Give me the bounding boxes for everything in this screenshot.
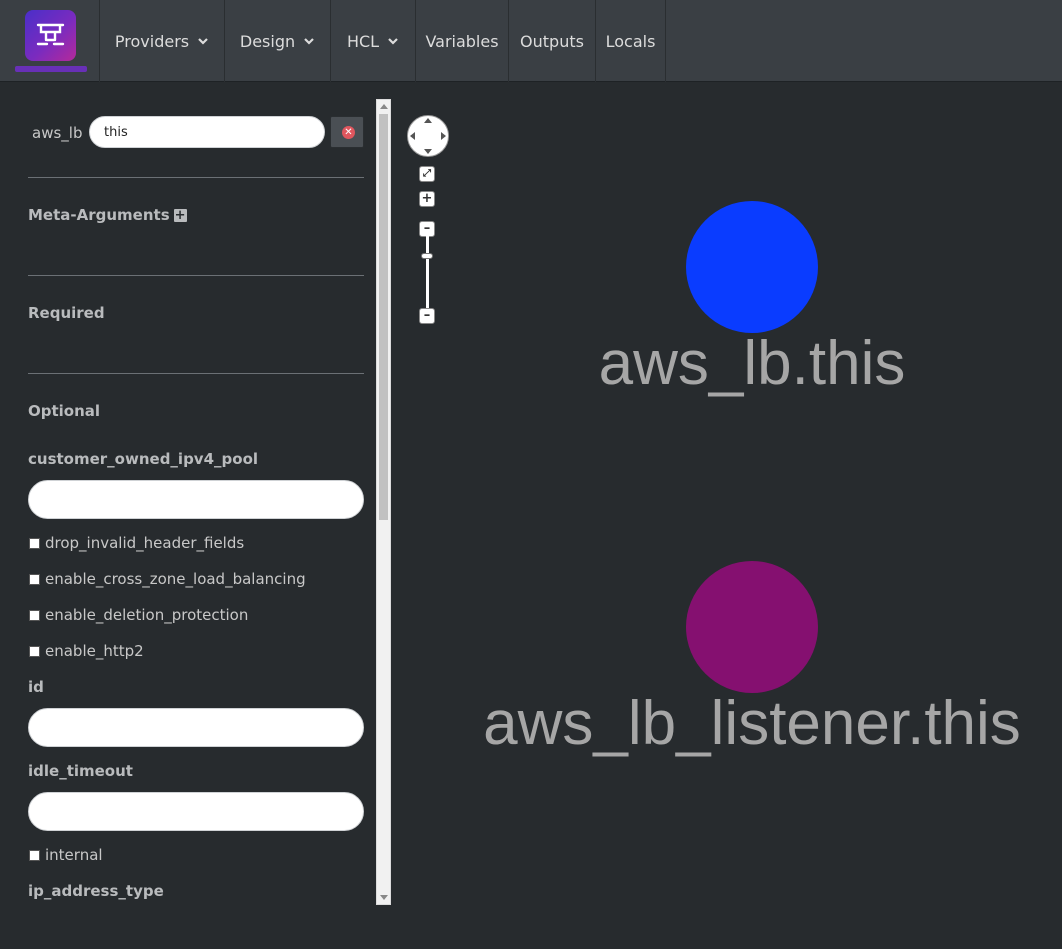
panel-scrollbar[interactable] [376,99,391,905]
pan-left-icon[interactable] [410,132,415,140]
zoom-slider-handle[interactable] [421,253,433,259]
zoom-out-button[interactable]: – [419,308,435,324]
id-input[interactable] [28,708,364,747]
zoom-in-button[interactable]: + [419,191,435,207]
enable-cross-zone-load-balancing-checkbox[interactable] [29,573,40,585]
nav-hcl-label: HCL [346,31,380,51]
pan-right-icon[interactable] [441,132,446,140]
nav-variables-label: Variables [425,31,499,51]
top-navbar: Providers Design HCL Variables Outputs L… [0,0,1062,82]
zoom-slider-track[interactable] [426,230,429,310]
required-section-title: Required [28,304,105,322]
enable-deletion-protection-row[interactable]: enable_deletion_protection [28,606,248,624]
graph-node-aws-lb-listener[interactable] [686,561,818,693]
divider [28,373,364,374]
nav-locals[interactable]: Locals [596,0,666,82]
internal-row[interactable]: internal [28,846,103,864]
nav-outputs-label: Outputs [520,31,584,51]
nav-providers[interactable]: Providers [100,0,225,82]
field-label-idle-timeout: idle_timeout [28,762,133,780]
enable-http2-row[interactable]: enable_http2 [28,642,144,660]
enable-deletion-protection-checkbox[interactable] [29,609,40,621]
field-label-ip-address-type: ip_address_type [28,882,164,900]
chevron-down-icon [303,35,315,47]
scroll-up-arrow-icon[interactable] [380,104,388,109]
pan-down-icon[interactable] [424,149,432,154]
enable-cross-zone-load-balancing-label: enable_cross_zone_load_balancing [45,570,306,588]
nav-providers-label: Providers [114,31,190,51]
enable-http2-checkbox[interactable] [29,645,40,657]
nav-hcl[interactable]: HCL [331,0,416,82]
meta-arguments-title: Meta-Arguments [28,206,170,224]
meta-arguments-section[interactable]: Meta-Arguments + [28,206,187,224]
nav-variables[interactable]: Variables [416,0,509,82]
scroll-down-arrow-icon[interactable] [380,895,388,900]
drop-invalid-header-fields-checkbox[interactable] [29,537,40,549]
resource-type-label: aws_lb [32,124,83,142]
nav-design-label: Design [239,31,296,51]
chevron-down-icon [387,35,399,47]
divider [28,275,364,276]
logo-caption-bar [15,66,87,72]
drop-invalid-header-fields-row[interactable]: drop_invalid_header_fields [28,534,244,552]
nav-outputs[interactable]: Outputs [509,0,596,82]
customer-owned-ipv4-pool-input[interactable] [28,480,364,519]
logo-cell[interactable] [0,0,100,82]
fit-view-icon[interactable]: ⤢ [419,166,435,182]
app-logo-icon[interactable] [25,10,76,61]
close-icon: ✕ [342,126,355,139]
resource-name-input[interactable]: this [89,116,325,148]
graph-node-label: aws_lb_listener.this [483,689,1021,758]
field-label-customer-owned-ipv4-pool: customer_owned_ipv4_pool [28,450,259,468]
scroll-thumb[interactable] [379,114,388,520]
enable-http2-label: enable_http2 [45,642,144,660]
enable-cross-zone-load-balancing-row[interactable]: enable_cross_zone_load_balancing [28,570,306,588]
plus-icon[interactable]: + [173,209,187,222]
graph-node-label: aws_lb.this [598,329,906,398]
nav-design[interactable]: Design [225,0,331,82]
divider [28,177,364,178]
chevron-down-icon [197,35,209,47]
field-label-id: id [28,678,44,696]
idle-timeout-input[interactable] [28,792,364,831]
internal-label: internal [45,846,103,864]
pan-up-icon[interactable] [424,118,432,123]
optional-section-title: Optional [28,402,101,420]
drop-invalid-header-fields-label: drop_invalid_header_fields [45,534,245,552]
clear-name-button[interactable]: ✕ [330,116,364,148]
enable-deletion-protection-label: enable_deletion_protection [45,606,249,624]
graph-node-aws-lb[interactable] [686,201,818,333]
resource-editor-panel: aws_lb this ✕ Meta-Arguments + Required O… [0,83,376,949]
pan-navigator[interactable] [407,115,449,157]
internal-checkbox[interactable] [29,849,40,861]
nav-locals-label: Locals [605,31,656,51]
